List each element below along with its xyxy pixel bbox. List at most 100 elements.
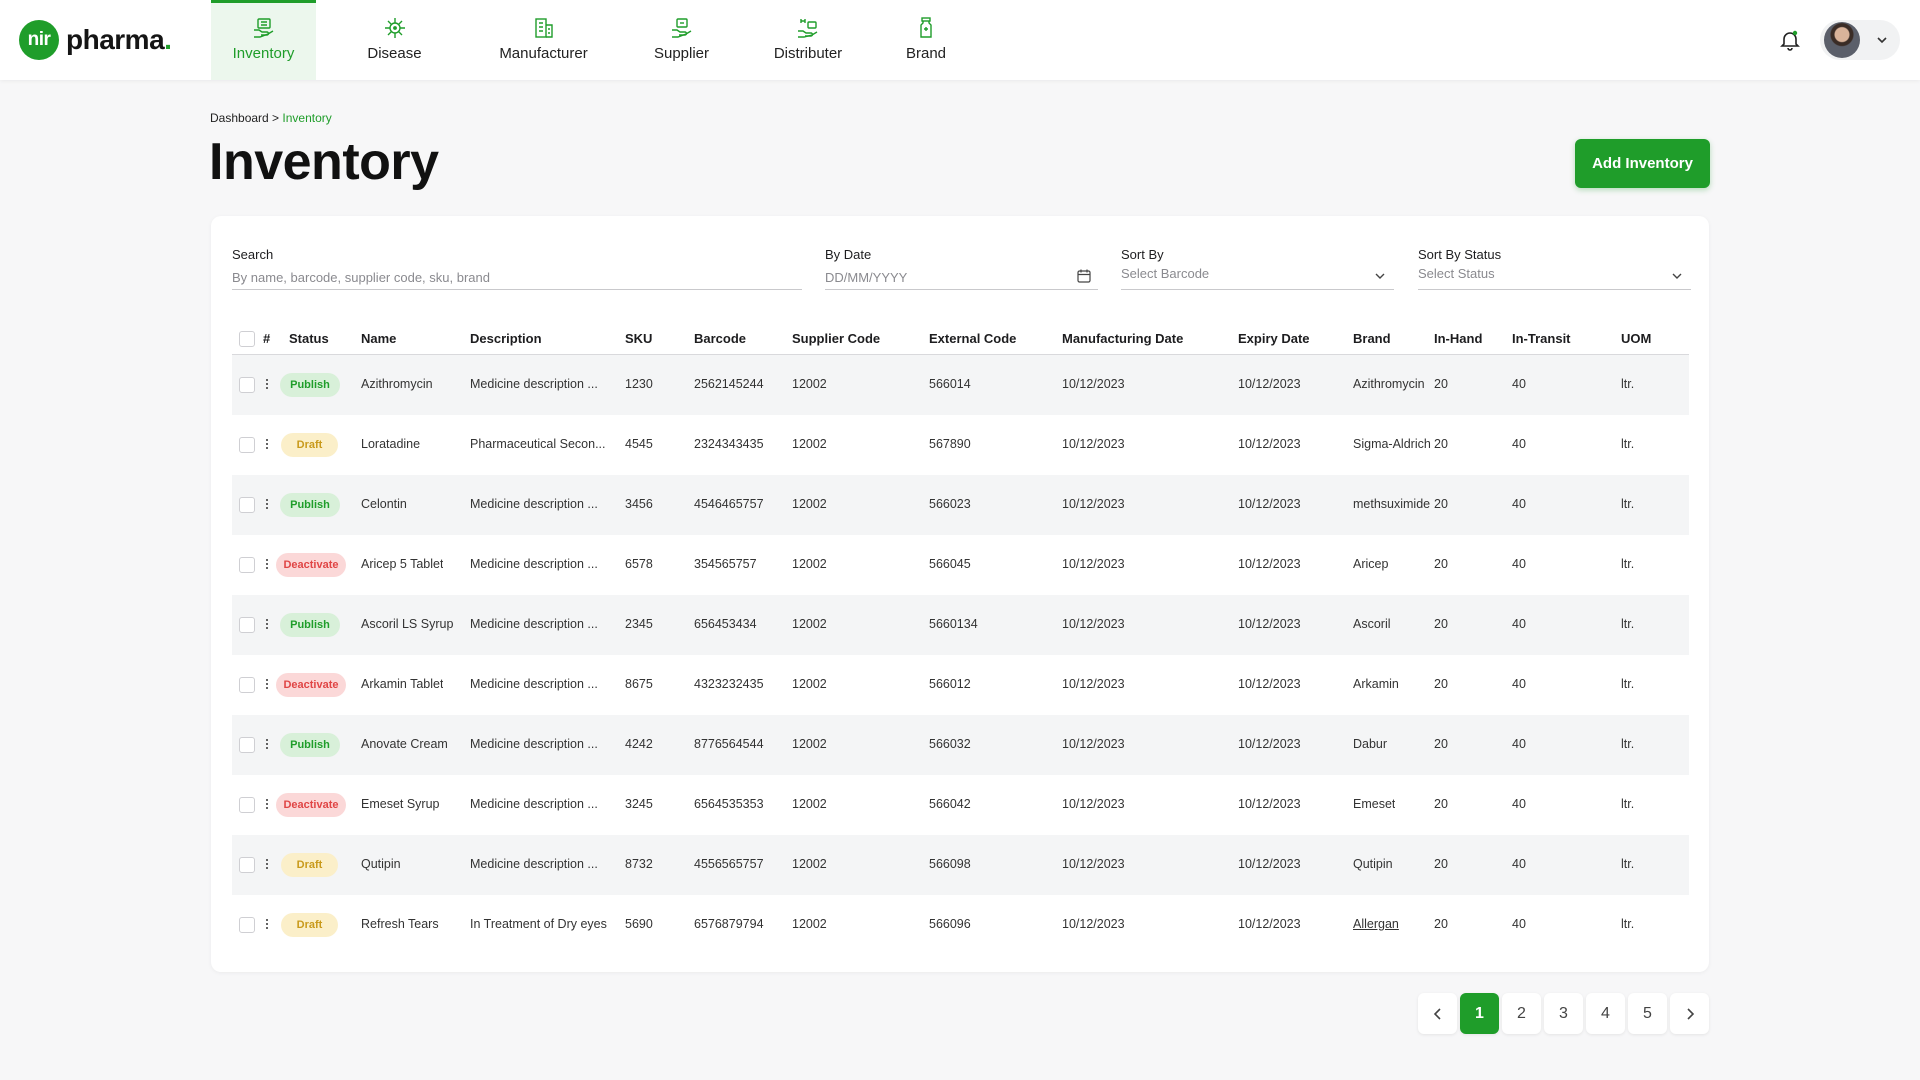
row-actions-kebab-icon[interactable] [265,558,269,572]
cell-external-code: 566012 [929,677,971,691]
cell-name: Anovate Cream [361,737,448,751]
cell-external-code: 566023 [929,497,971,511]
cell-supplier-code: 12002 [792,677,827,691]
page-5-button[interactable]: 5 [1628,993,1667,1034]
sort-status-filter: Sort By Status Select Status [1418,247,1691,290]
row-checkbox[interactable] [239,737,255,753]
row-actions-kebab-icon[interactable] [265,798,269,812]
col-barcode[interactable]: Barcode [694,331,746,346]
table-row[interactable]: Deactivate Emeset Syrup Medicine descripti… [232,775,1689,835]
chevron-right-icon [1686,1007,1694,1020]
row-checkbox[interactable] [239,797,255,813]
date-input[interactable] [825,266,1098,288]
cell-expiry-date: 10/12/2023 [1238,737,1301,751]
nav-item-distributer[interactable]: Distributer [749,0,867,80]
calendar-icon[interactable] [1076,268,1092,284]
brand-logo[interactable]: nir pharma. [19,20,172,60]
row-checkbox[interactable] [239,497,255,513]
table-row[interactable]: Draft Refresh Tears In Treatment of Dry ey… [232,895,1689,955]
cell-name: Refresh Tears [361,917,439,931]
cell-uom: ltr. [1621,437,1635,451]
table-row[interactable]: Draft Loratadine Pharmaceutical Secon... 45… [232,415,1689,475]
search-filter: Search [232,247,802,290]
table-row[interactable]: Publish Celontin Medicine description ... 3… [232,475,1689,535]
row-checkbox[interactable] [239,677,255,693]
nav-item-brand[interactable]: Brand [867,0,985,80]
cell-uom: ltr. [1621,677,1635,691]
status-badge: Deactivate [276,553,346,577]
col-name[interactable]: Name [361,331,396,346]
row-checkbox[interactable] [239,557,255,573]
page-1-button[interactable]: 1 [1460,993,1499,1034]
row-actions-kebab-icon[interactable] [265,738,269,752]
col-brand[interactable]: Brand [1353,331,1391,346]
nav-item-inventory[interactable]: Inventory [211,0,316,80]
page-4-button[interactable]: 4 [1586,993,1625,1034]
row-checkbox[interactable] [239,857,255,873]
row-actions-kebab-icon[interactable] [265,438,269,452]
col-uom[interactable]: UOM [1621,331,1651,346]
col-supplier-code[interactable]: Supplier Code [792,331,880,346]
breadcrumb-current: Inventory [282,111,332,125]
cell-in-transit: 40 [1512,857,1526,871]
row-checkbox[interactable] [239,377,255,393]
next-page-button[interactable] [1670,993,1709,1034]
cell-description: Medicine description ... [470,797,598,811]
col-in-transit[interactable]: In-Transit [1512,331,1571,346]
row-actions-kebab-icon[interactable] [265,618,269,632]
table-row[interactable]: Publish Ascoril LS Syrup Medicine descript… [232,595,1689,655]
table-row[interactable]: Publish Anovate Cream Medicine description… [232,715,1689,775]
prev-page-button[interactable] [1418,993,1457,1034]
cell-in-transit: 40 [1512,737,1526,751]
col-status[interactable]: Status [289,331,329,346]
cell-barcode: 2324343435 [694,437,764,451]
logo-wordmark: pharma. [66,24,172,56]
cell-uom: ltr. [1621,797,1635,811]
chevron-left-icon [1433,1007,1441,1020]
row-actions-kebab-icon[interactable] [265,918,269,932]
notification-bell-icon[interactable] [1778,28,1802,52]
row-actions-kebab-icon[interactable] [265,498,269,512]
search-input[interactable] [232,266,802,288]
row-actions-kebab-icon[interactable] [265,678,269,692]
cell-uom: ltr. [1621,737,1635,751]
cell-manufacturing-date: 10/12/2023 [1062,797,1125,811]
col-sku[interactable]: SKU [625,331,652,346]
avatar[interactable] [1824,22,1860,58]
status-badge: Deactivate [276,673,346,697]
cell-supplier-code: 12002 [792,617,827,631]
row-checkbox[interactable] [239,437,255,453]
col-manufacturing-date[interactable]: Manufacturing Date [1062,331,1183,346]
table-row[interactable]: Draft Qutipin Medicine description ... 8732… [232,835,1689,895]
chevron-down-icon [1375,273,1385,279]
row-checkbox[interactable] [239,917,255,933]
select-all-checkbox[interactable] [239,331,255,347]
col-expiry-date[interactable]: Expiry Date [1238,331,1310,346]
table-row[interactable]: Publish Azithromycin Medicine description … [232,355,1689,415]
add-inventory-button[interactable]: Add Inventory [1575,139,1710,188]
sort-status-select[interactable]: Select Status [1418,266,1691,290]
page-3-button[interactable]: 3 [1544,993,1583,1034]
nav-item-disease[interactable]: Disease [316,0,473,80]
logo-mark: nir [19,20,59,60]
breadcrumb-root[interactable]: Dashboard [210,111,269,125]
col-description[interactable]: Description [470,331,542,346]
row-checkbox[interactable] [239,617,255,633]
nav-item-manufacturer[interactable]: Manufacturer [473,0,614,80]
nav-label: Disease [367,45,422,62]
page-2-button[interactable]: 2 [1502,993,1541,1034]
date-label: By Date [825,247,872,262]
cell-supplier-code: 12002 [792,377,827,391]
distributer-icon [798,19,818,38]
sort-by-select[interactable]: Select Barcode [1121,266,1394,290]
user-menu[interactable] [1820,20,1900,60]
col-external-code[interactable]: External Code [929,331,1016,346]
table-row[interactable]: Deactivate Aricep 5 Tablet Medicine descri… [232,535,1689,595]
col-in-hand[interactable]: In-Hand [1434,331,1482,346]
chevron-down-icon[interactable] [1874,32,1890,48]
cell-external-code: 5660134 [929,617,978,631]
row-actions-kebab-icon[interactable] [265,378,269,392]
nav-item-supplier[interactable]: Supplier [614,0,749,80]
table-row[interactable]: Deactivate Arkamin Tablet Medicine descrip… [232,655,1689,715]
row-actions-kebab-icon[interactable] [265,858,269,872]
